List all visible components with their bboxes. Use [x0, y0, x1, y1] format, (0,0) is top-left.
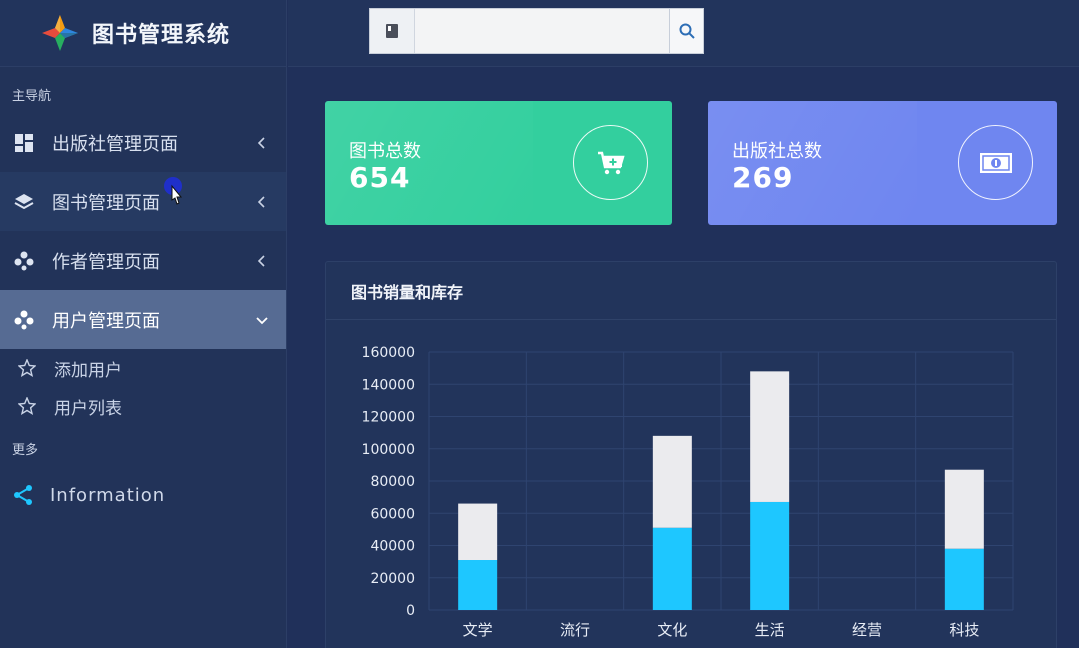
- y-tick-label: 120000: [362, 410, 415, 426]
- x-tick-label: 科技: [949, 621, 979, 639]
- x-tick-label: 文学: [463, 621, 493, 639]
- cart-plus-icon: [573, 125, 648, 200]
- x-tick-label: 经营: [852, 621, 882, 639]
- stat-card-title: 图书总数: [349, 141, 421, 162]
- section-label-more: 更多: [12, 443, 39, 458]
- sidebar-item-label: 出版社管理页面: [52, 133, 178, 155]
- chart-panel: 图书销量和库存 0 20000 40000 60000 80000 100000 12000…: [325, 261, 1057, 648]
- app-logo-icon: [42, 15, 78, 51]
- app-title: 图书管理系统: [92, 23, 231, 48]
- sales-stock-chart: 0 20000 40000 60000 80000 100000 120000 140000 1…: [362, 345, 1014, 639]
- x-tick-label: 生活: [755, 621, 785, 639]
- sidebar-item-label: 用户管理页面: [52, 310, 160, 332]
- search-input[interactable]: [415, 9, 669, 53]
- stat-card-value: 269: [732, 161, 794, 194]
- bar-segment-sales: [944, 548, 984, 610]
- chevron-left-icon: [257, 136, 265, 149]
- sidebar-item-users[interactable]: 用户管理页面: [0, 290, 286, 349]
- sidebar-item-label: 图书管理页面: [52, 192, 160, 214]
- sidebar-item-books[interactable]: 图书管理页面: [0, 172, 286, 231]
- bar-segment-stock: [458, 503, 498, 561]
- chevron-left-icon: [257, 254, 265, 267]
- stat-card-title: 出版社总数: [732, 141, 822, 162]
- y-tick-label: 0: [406, 603, 415, 619]
- chevron-down-icon: [256, 316, 268, 324]
- search-box: [369, 8, 704, 54]
- stat-card-publishers: 出版社总数 269: [708, 101, 1057, 225]
- sidebar-subitem-label: 添加用户: [54, 360, 122, 381]
- mouse-cursor-icon: [164, 177, 183, 205]
- star-icon: [18, 397, 36, 415]
- y-tick-label: 80000: [370, 474, 415, 490]
- layers-icon: [12, 192, 36, 212]
- y-tick-label: 20000: [370, 571, 415, 587]
- sidebar-item-label: Information: [50, 484, 166, 506]
- search-button[interactable]: [669, 9, 703, 53]
- sidebar-subitem-label: 用户列表: [54, 398, 122, 419]
- section-label-main: 主导航: [12, 89, 52, 104]
- sidebar-subitem-add-user[interactable]: 添加用户: [0, 349, 286, 387]
- sidebar: 图书管理系统 主导航 出版社管理页面 图书管理页面 作者管理页面 用户管理页面 …: [0, 0, 287, 648]
- bar-segment-sales: [652, 527, 692, 610]
- bar-segment-stock: [652, 435, 692, 528]
- y-tick-label: 140000: [362, 377, 415, 393]
- star-icon: [18, 359, 36, 377]
- puzzle-icon: [12, 310, 36, 330]
- sidebar-item-publishers[interactable]: 出版社管理页面: [0, 113, 286, 172]
- x-tick-label: 文化: [657, 621, 687, 639]
- puzzle-icon: [12, 251, 36, 271]
- chevron-left-icon: [257, 195, 265, 208]
- sidebar-subitem-user-list[interactable]: 用户列表: [0, 387, 286, 425]
- sidebar-item-information[interactable]: Information: [0, 465, 286, 525]
- y-tick-label: 40000: [370, 539, 415, 555]
- bar-segment-stock: [750, 371, 790, 502]
- stat-card-value: 654: [349, 161, 411, 194]
- bar-segment-sales: [750, 501, 790, 610]
- search-icon: [679, 23, 695, 39]
- x-tick-label: 流行: [560, 621, 590, 639]
- bar-segment-stock: [944, 469, 984, 549]
- brand[interactable]: 图书管理系统: [0, 0, 286, 67]
- dashboard-icon: [12, 133, 36, 153]
- topbar: [288, 0, 1079, 67]
- y-tick-label: 60000: [370, 506, 415, 522]
- sidebar-item-authors[interactable]: 作者管理页面: [0, 231, 286, 290]
- bar-segment-sales: [458, 560, 498, 610]
- money-icon: [958, 125, 1033, 200]
- book-icon: [370, 9, 415, 53]
- sidebar-item-label: 作者管理页面: [52, 251, 160, 273]
- y-tick-label: 160000: [362, 345, 415, 361]
- share-icon: [14, 485, 32, 505]
- chart-panel-title: 图书销量和库存: [326, 262, 1056, 320]
- y-tick-label: 100000: [362, 442, 415, 458]
- stat-card-books: 图书总数 654: [325, 101, 672, 225]
